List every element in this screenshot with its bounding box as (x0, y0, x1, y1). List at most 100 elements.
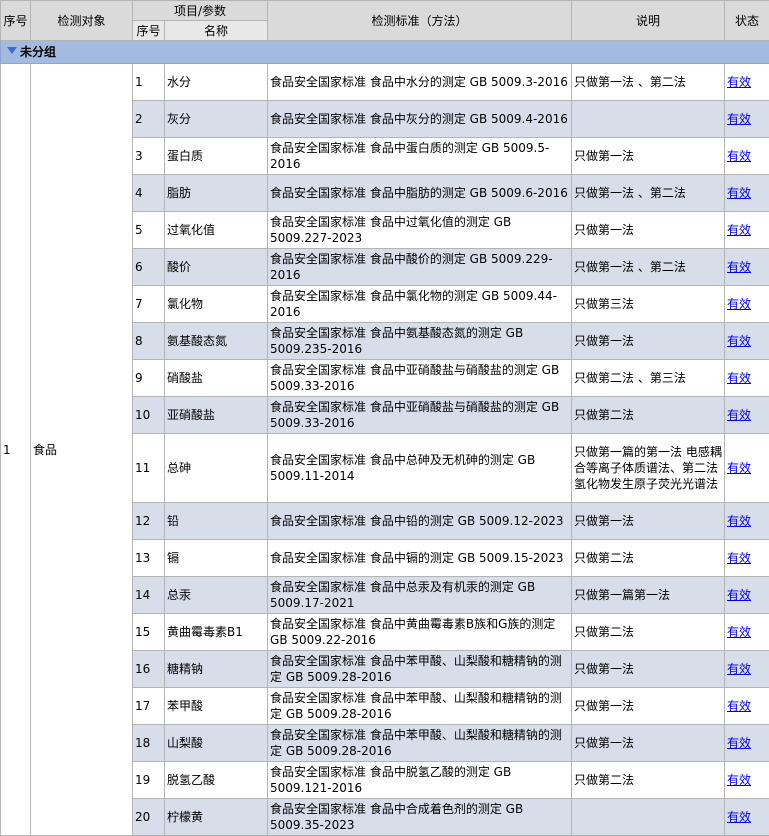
status-link[interactable]: 有效 (727, 588, 751, 602)
header-item-name: 名称 (165, 21, 268, 41)
item-name-cell: 亚硝酸盐 (165, 397, 268, 434)
header-object: 检测对象 (31, 1, 133, 41)
status-cell: 有效 (725, 614, 769, 651)
status-cell: 有效 (725, 175, 769, 212)
status-cell: 有效 (725, 397, 769, 434)
status-cell: 有效 (725, 101, 769, 138)
item-seq-cell: 3 (133, 138, 165, 175)
status-link[interactable]: 有效 (727, 75, 751, 89)
status-cell: 有效 (725, 212, 769, 249)
standard-cell: 食品安全国家标准 食品中苯甲酸、山梨酸和糖精钠的测定 GB 5009.28-20… (268, 725, 572, 762)
item-name-cell: 总砷 (165, 434, 268, 503)
status-cell: 有效 (725, 577, 769, 614)
note-cell (572, 101, 725, 138)
note-cell: 只做第二法 (572, 397, 725, 434)
note-cell: 只做第二法 (572, 762, 725, 799)
standard-cell: 食品安全国家标准 食品中脂肪的测定 GB 5009.6-2016 (268, 175, 572, 212)
standard-cell: 食品安全国家标准 食品中黄曲霉毒素B族和G族的测定 GB 5009.22-201… (268, 614, 572, 651)
status-cell: 有效 (725, 651, 769, 688)
standard-cell: 食品安全国家标准 食品中亚硝酸盐与硝酸盐的测定 GB 5009.33-2016 (268, 360, 572, 397)
status-cell: 有效 (725, 434, 769, 503)
status-link[interactable]: 有效 (727, 773, 751, 787)
status-cell: 有效 (725, 540, 769, 577)
item-seq-cell: 7 (133, 286, 165, 323)
collapse-triangle-icon[interactable] (7, 47, 17, 54)
standard-cell: 食品安全国家标准 食品中灰分的测定 GB 5009.4-2016 (268, 101, 572, 138)
note-cell: 只做第一法 (572, 138, 725, 175)
header-note: 说明 (572, 1, 725, 41)
note-cell: 只做第一法 (572, 323, 725, 360)
status-link[interactable]: 有效 (727, 334, 751, 348)
status-cell: 有效 (725, 138, 769, 175)
item-seq-cell: 18 (133, 725, 165, 762)
status-link[interactable]: 有效 (727, 461, 751, 475)
status-link[interactable]: 有效 (727, 260, 751, 274)
status-link[interactable]: 有效 (727, 736, 751, 750)
note-cell: 只做第一法 (572, 688, 725, 725)
note-cell: 只做第一法 (572, 212, 725, 249)
status-cell: 有效 (725, 725, 769, 762)
status-link[interactable]: 有效 (727, 297, 751, 311)
standard-cell: 食品安全国家标准 食品中苯甲酸、山梨酸和糖精钠的测定 GB 5009.28-20… (268, 688, 572, 725)
status-cell: 有效 (725, 503, 769, 540)
item-seq-cell: 12 (133, 503, 165, 540)
note-cell: 只做第二法 (572, 540, 725, 577)
item-name-cell: 糖精钠 (165, 651, 268, 688)
standard-cell: 食品安全国家标准 食品中酸价的测定 GB 5009.229-2016 (268, 249, 572, 286)
item-seq-cell: 4 (133, 175, 165, 212)
status-link[interactable]: 有效 (727, 810, 751, 824)
note-cell: 只做第一法 (572, 503, 725, 540)
item-seq-cell: 17 (133, 688, 165, 725)
standard-cell: 食品安全国家标准 食品中苯甲酸、山梨酸和糖精钠的测定 GB 5009.28-20… (268, 651, 572, 688)
group-row[interactable]: 未分组 (1, 41, 769, 64)
note-cell: 只做第一法 (572, 725, 725, 762)
item-name-cell: 苯甲酸 (165, 688, 268, 725)
standard-cell: 食品安全国家标准 食品中脱氢乙酸的测定 GB 5009.121-2016 (268, 762, 572, 799)
item-name-cell: 氨基酸态氮 (165, 323, 268, 360)
note-cell: 只做第二法 、第三法 (572, 360, 725, 397)
item-seq-cell: 14 (133, 577, 165, 614)
standard-cell: 食品安全国家标准 食品中铅的测定 GB 5009.12-2023 (268, 503, 572, 540)
standard-cell: 食品安全国家标准 食品中合成着色剂的测定 GB 5009.35-2023 (268, 799, 572, 836)
item-seq-cell: 5 (133, 212, 165, 249)
item-name-cell: 总汞 (165, 577, 268, 614)
status-link[interactable]: 有效 (727, 371, 751, 385)
status-link[interactable]: 有效 (727, 625, 751, 639)
status-cell: 有效 (725, 286, 769, 323)
inspection-table: 序号 检测对象 项目/参数 检测标准（方法） 说明 状态 序号 名称 未分组 1… (0, 0, 769, 836)
item-seq-cell: 8 (133, 323, 165, 360)
header-seq: 序号 (1, 1, 31, 41)
status-link[interactable]: 有效 (727, 186, 751, 200)
status-link[interactable]: 有效 (727, 551, 751, 565)
status-cell: 有效 (725, 323, 769, 360)
object-seq-cell: 1 (1, 64, 31, 836)
note-cell: 只做第一法 (572, 651, 725, 688)
item-seq-cell: 10 (133, 397, 165, 434)
status-link[interactable]: 有效 (727, 223, 751, 237)
item-name-cell: 硝酸盐 (165, 360, 268, 397)
note-cell (572, 799, 725, 836)
standard-cell: 食品安全国家标准 食品中总砷及无机砷的测定 GB 5009.11-2014 (268, 434, 572, 503)
item-seq-cell: 6 (133, 249, 165, 286)
item-seq-cell: 1 (133, 64, 165, 101)
note-cell: 只做第三法 (572, 286, 725, 323)
item-name-cell: 灰分 (165, 101, 268, 138)
header-status: 状态 (725, 1, 769, 41)
item-seq-cell: 13 (133, 540, 165, 577)
header-item-group: 项目/参数 (133, 1, 268, 21)
status-link[interactable]: 有效 (727, 112, 751, 126)
status-cell: 有效 (725, 688, 769, 725)
header-standard: 检测标准（方法） (268, 1, 572, 41)
status-cell: 有效 (725, 799, 769, 836)
status-link[interactable]: 有效 (727, 514, 751, 528)
note-cell: 只做第二法 (572, 614, 725, 651)
item-name-cell: 过氧化值 (165, 212, 268, 249)
group-label: 未分组 (20, 45, 56, 59)
status-link[interactable]: 有效 (727, 149, 751, 163)
status-link[interactable]: 有效 (727, 408, 751, 422)
item-name-cell: 蛋白质 (165, 138, 268, 175)
status-link[interactable]: 有效 (727, 662, 751, 676)
status-cell: 有效 (725, 360, 769, 397)
status-link[interactable]: 有效 (727, 699, 751, 713)
item-seq-cell: 20 (133, 799, 165, 836)
